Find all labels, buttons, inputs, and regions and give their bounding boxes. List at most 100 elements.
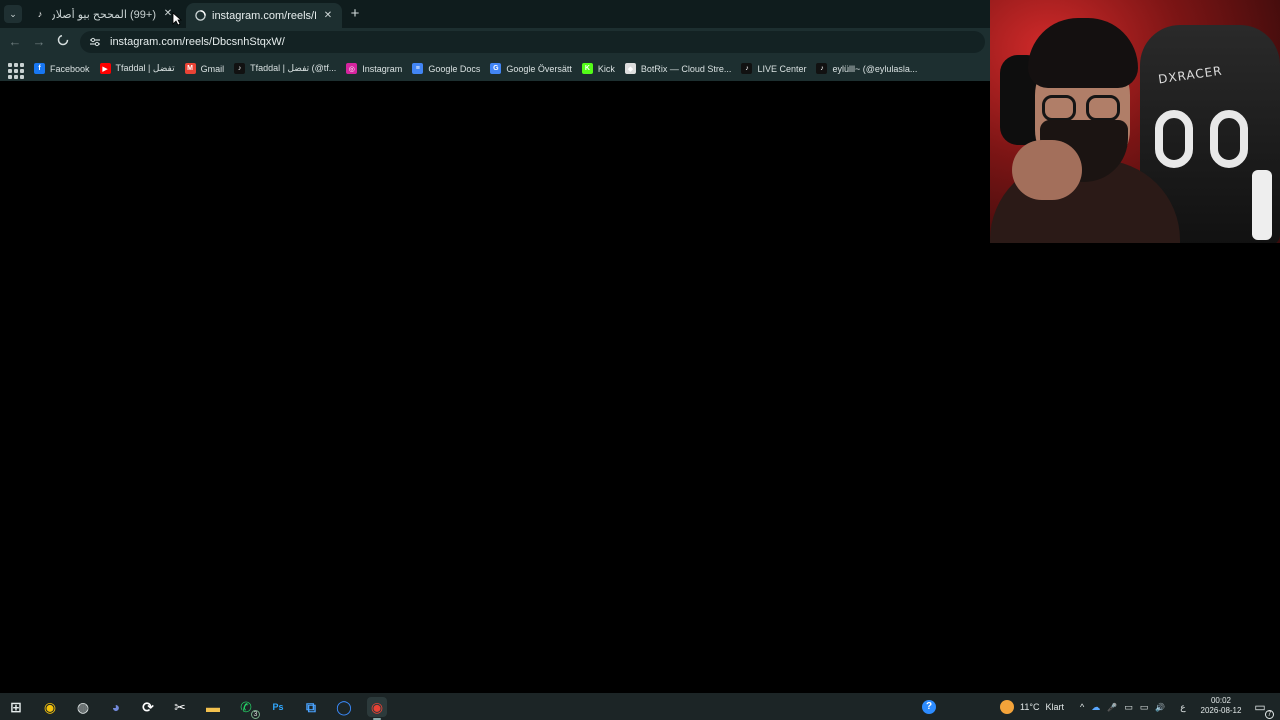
network-icon[interactable]: ▭ — [1140, 702, 1149, 713]
obs-app-icon[interactable]: ◍ — [73, 697, 93, 717]
snipping-tool-app-icon[interactable]: ⧉ — [301, 697, 321, 717]
person-hand — [1012, 140, 1082, 200]
display-icon[interactable]: ▭ — [1124, 702, 1133, 713]
capcut-desktop-app-icon[interactable]: ✂ — [170, 697, 190, 717]
bookmark-label: eylülll~ (@eylulasla... — [832, 63, 918, 74]
chrome-app-icon[interactable]: ◉ — [40, 697, 60, 717]
chrome-active-glyph: ◉ — [370, 698, 384, 715]
bookmark-item[interactable]: ♪ Tfaddal | تفضل (@tf... — [234, 63, 336, 74]
url-text[interactable]: instagram.com/reels/DbcsnhStqxW/ — [110, 36, 285, 48]
tab-strip: ⌄ ♪ (+99) المححح بيو أصلان 😊 #tok ✕ inst… — [0, 0, 990, 28]
loading-globe-icon — [194, 10, 206, 22]
tiktok-icon: ♪ — [816, 63, 828, 74]
glasses — [1042, 95, 1127, 123]
bookmark-item[interactable]: ◎ Instagram — [346, 63, 402, 74]
instagram-icon: ◎ — [346, 63, 358, 74]
bookmark-label: Google Docs — [428, 63, 481, 74]
google-docs-icon: ≡ — [412, 63, 424, 74]
chair-pad — [1210, 110, 1248, 168]
kick-icon: K — [581, 63, 593, 74]
tab-title: instagram.com/reels/DbcsnhSt — [212, 9, 316, 22]
bookmark-item[interactable]: G Google Översätt — [490, 63, 572, 74]
new-tab-button[interactable]: + — [346, 5, 364, 23]
capcut-glyph: ⟳ — [142, 698, 154, 715]
windows-taskbar: ⊞ ◉ ◍ ◕ ⟳ ✂ ▬ ✆ 3 Ps ⧉ ◯ ◉ ? 11°C Klart ^ ☁ 🎤 ▭ ▭ 🔊 … — [0, 693, 1280, 720]
weather-widget[interactable]: 11°C Klart — [1000, 697, 1064, 717]
notification-count-badge: 7 — [1265, 710, 1274, 719]
clock-time: 00:02 — [1210, 696, 1232, 705]
bookmark-label: Facebook — [50, 63, 90, 74]
whatsapp-app-icon[interactable]: ✆ 3 — [236, 697, 260, 719]
tiktok-icon: ♪ — [741, 63, 753, 74]
notification-center-icon[interactable]: ▭ 7 — [1250, 697, 1274, 719]
bookmark-label: Kick — [597, 63, 615, 74]
stop-loading-button[interactable] — [55, 34, 71, 50]
tab-search-button[interactable]: ⌄ — [4, 5, 22, 23]
volume-icon[interactable]: 🔊 — [1155, 703, 1165, 712]
weather-temp: 11°C — [1020, 702, 1040, 712]
weather-text: Klart — [1045, 702, 1064, 712]
file-explorer-glyph: ▬ — [206, 699, 220, 715]
bookmark-item[interactable]: ≡ Google Docs — [412, 63, 480, 74]
tab-tiktok[interactable]: ♪ (+99) المححح بيو أصلان 😊 #tok ✕ — [26, 2, 182, 26]
webcam-overlay: DXRACER — [990, 0, 1280, 243]
browser-window: ⌄ ♪ (+99) المححح بيو أصلان 😊 #tok ✕ inst… — [0, 0, 990, 81]
chair-side — [1252, 170, 1272, 240]
bookmark-item[interactable]: ◆ BotRix — Cloud Stre... — [624, 63, 731, 74]
onedrive-icon[interactable]: ☁ — [1091, 702, 1100, 713]
weather-moon-icon — [1000, 700, 1014, 714]
chrome-glyph: ◉ — [43, 698, 57, 715]
gmail-icon: M — [184, 63, 196, 74]
facebook-icon: f — [34, 63, 45, 74]
bookmark-item[interactable]: ♪ eylülll~ (@eylulasla... — [816, 63, 917, 74]
mouse-cursor-icon — [172, 12, 182, 26]
snipping-tool-glyph: ⧉ — [306, 698, 316, 715]
ring-app-icon[interactable]: ◯ — [334, 697, 354, 717]
bookmark-label: Gmail — [200, 63, 225, 74]
person-hair — [1028, 18, 1138, 88]
help-icon[interactable]: ? — [919, 697, 939, 717]
bookmark-item[interactable]: ▶ Tfaddal | تفضل — [99, 63, 175, 74]
bookmark-label: Google Översätt — [506, 63, 572, 74]
tab-title: (+99) المححح بيو أصلان 😊 #tok — [52, 8, 156, 21]
bookmark-list: f Facebook ▶ Tfaddal | تفضل M Gmail ♪ Tfaddal |… — [34, 63, 927, 74]
back-button[interactable]: ← — [7, 34, 23, 50]
microphone-icon[interactable]: 🎤 — [1107, 703, 1117, 712]
capcut-app-icon[interactable]: ⟳ — [138, 697, 158, 717]
keyboard-language[interactable]: ع — [1180, 702, 1185, 713]
start-button[interactable]: ⊞ — [6, 697, 26, 717]
address-bar[interactable]: instagram.com/reels/DbcsnhStqxW/ — [80, 31, 985, 53]
system-tray: ^ ☁ 🎤 ▭ ▭ 🔊 ع — [1080, 697, 1186, 717]
apps-grid-icon[interactable] — [6, 61, 24, 79]
google-translate-icon: G — [490, 63, 502, 74]
bookmark-item[interactable]: ♪ LIVE Center — [741, 63, 806, 74]
clock-date: 2026-08-12 — [1200, 706, 1242, 715]
tiktok-icon: ♪ — [37, 9, 43, 19]
photoshop-glyph: Ps — [272, 702, 284, 712]
site-info-icon[interactable] — [88, 35, 102, 49]
obs-glyph: ◍ — [76, 698, 90, 715]
start-button-glyph: ⊞ — [10, 698, 22, 715]
bookmark-item[interactable]: f Facebook — [34, 63, 90, 74]
botrix-icon: ◆ — [624, 63, 636, 74]
ring-glyph: ◯ — [336, 698, 352, 715]
tab-close-icon[interactable]: ✕ — [322, 10, 334, 22]
tab-instagram[interactable]: instagram.com/reels/DbcsnhSt ✕ — [186, 3, 342, 28]
bookmark-label: LIVE Center — [757, 63, 807, 74]
bookmark-item[interactable]: K Kick — [581, 63, 615, 74]
discord-glyph: ◕ — [111, 699, 121, 715]
bookmark-label: Tfaddal | تفضل (@tf... — [250, 63, 337, 73]
photoshop-app-icon[interactable]: Ps — [268, 697, 288, 717]
help-glyph: ? — [922, 700, 936, 714]
bookmarks-bar: f Facebook ▶ Tfaddal | تفضل M Gmail ♪ Tfaddal |… — [0, 56, 990, 81]
browser-toolbar: ← → instagram.com/reels/DbcsnhStqxW/ — [0, 28, 990, 56]
tray-overflow-icon[interactable]: ^ — [1080, 702, 1084, 712]
bookmark-item[interactable]: M Gmail — [184, 63, 225, 74]
bookmark-label: Tfaddal | تفضل — [115, 63, 175, 73]
chair-pad — [1155, 110, 1193, 168]
forward-button[interactable]: → — [31, 34, 47, 50]
discord-app-icon[interactable]: ◕ — [106, 697, 126, 717]
file-explorer-app-icon[interactable]: ▬ — [203, 697, 223, 717]
system-clock[interactable]: 00:02 2026-08-12 — [1196, 696, 1246, 716]
chrome-active-app-icon[interactable]: ◉ — [367, 697, 387, 720]
